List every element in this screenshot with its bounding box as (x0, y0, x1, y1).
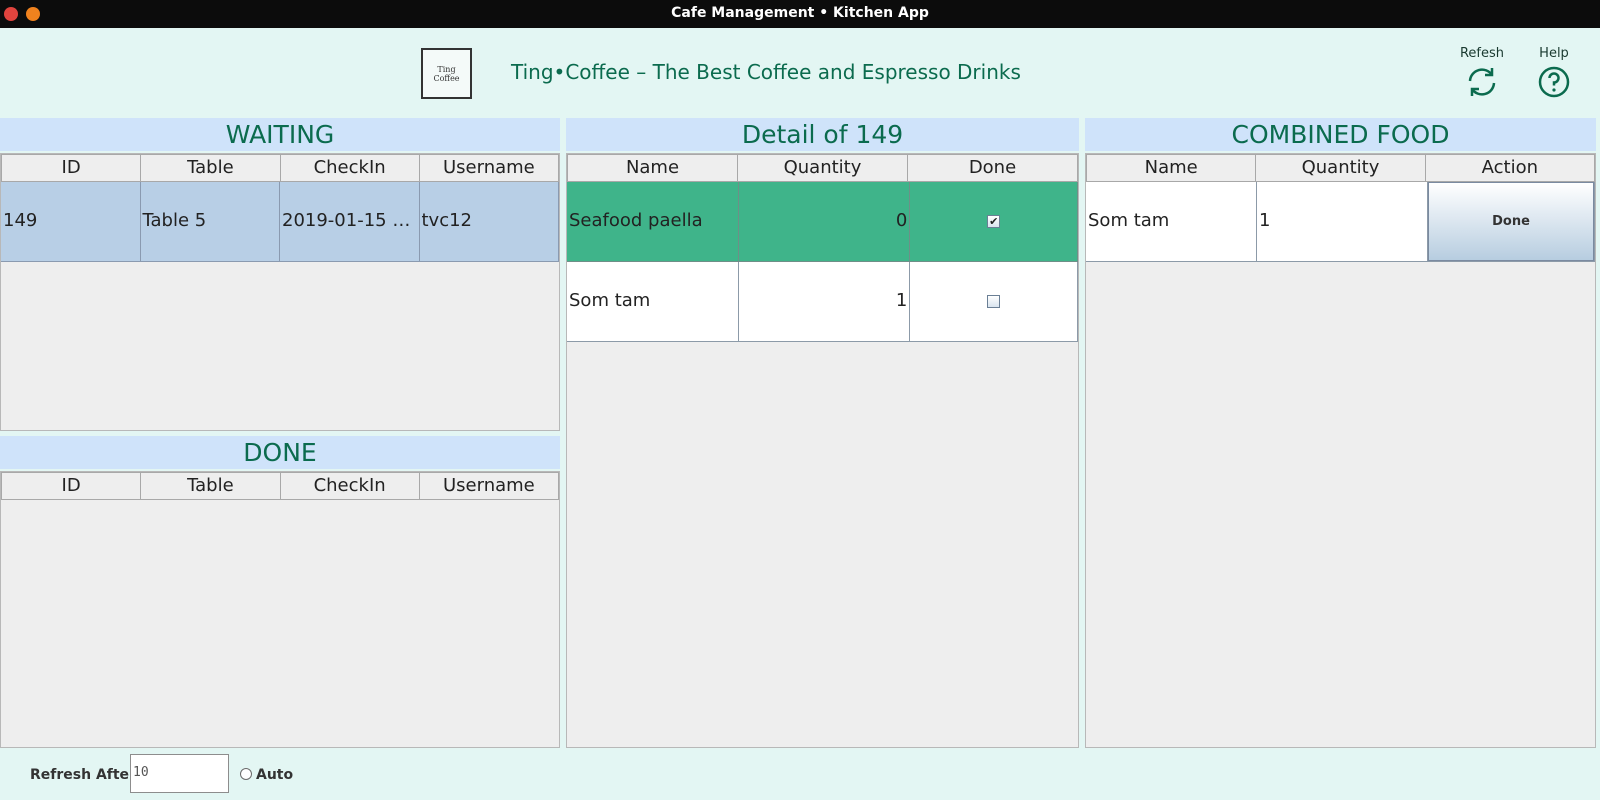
column-header[interactable]: Done (907, 154, 1078, 182)
logo-line2: Coffee (433, 73, 460, 83)
cell-quantity: 0 (738, 182, 911, 262)
checkbox-empty-icon[interactable] (987, 295, 1001, 308)
waiting-title: WAITING (0, 118, 560, 151)
refresh-icon (1468, 68, 1496, 96)
column-header[interactable]: Username (418, 154, 559, 182)
auto-label[interactable]: Auto (256, 767, 293, 783)
table-row[interactable]: Som tam 1 (567, 262, 1079, 342)
refresh-button[interactable]: Refesh (1456, 46, 1508, 99)
combined-panel: COMBINED FOOD Name Quantity Action Som t… (1085, 118, 1596, 748)
column-header[interactable]: ID (1, 154, 142, 182)
cell-name: Seafood paella (567, 182, 739, 262)
window-title: Cafe Management • Kitchen App (671, 5, 929, 21)
refresh-after-label: Refresh After (30, 767, 136, 783)
done-table-header: ID Table CheckIn Username (1, 472, 559, 500)
window-titlebar: Cafe Management • Kitchen App (0, 0, 1600, 28)
cell-action: Done (1428, 182, 1595, 262)
cell-name: Som tam (567, 262, 739, 342)
cell-checkin: 2019-01-15 0... (280, 182, 420, 262)
cell-quantity: 1 (1257, 182, 1428, 262)
help-label: Help (1539, 46, 1569, 61)
column-header[interactable]: Table (140, 472, 281, 500)
detail-table: Name Quantity Done Seafood paella 0 ✔ So… (566, 153, 1079, 748)
logo: Ting Coffee (421, 48, 472, 99)
waiting-table: ID Table CheckIn Username 149 Table 5 20… (0, 153, 560, 431)
column-header[interactable]: Name (567, 154, 738, 182)
footer-bar: Refresh After 10 Auto (0, 752, 1600, 796)
refresh-label: Refesh (1459, 46, 1505, 61)
cell-username: tvc12 (419, 182, 559, 262)
combined-table: Name Quantity Action Som tam 1 Done (1085, 153, 1596, 748)
cell-done: ✔ (910, 182, 1079, 262)
waiting-table-header: ID Table CheckIn Username (1, 154, 559, 182)
done-title: DONE (0, 436, 560, 469)
refresh-after-input[interactable]: 10 (130, 754, 229, 793)
cell-table: Table 5 (140, 182, 280, 262)
done-panel: DONE ID Table CheckIn Username (0, 436, 560, 748)
cell-name: Som tam (1086, 182, 1257, 262)
cell-id: 149 (1, 182, 141, 262)
column-header[interactable]: CheckIn (279, 472, 420, 500)
detail-table-header: Name Quantity Done (567, 154, 1078, 182)
column-header[interactable]: Username (418, 472, 559, 500)
column-header[interactable]: Action (1424, 154, 1595, 182)
cell-quantity: 1 (738, 262, 911, 342)
cell-done (910, 262, 1079, 342)
help-icon (1538, 66, 1570, 98)
help-button[interactable]: Help (1530, 46, 1578, 99)
detail-panel: Detail of 149 Name Quantity Done Seafood… (566, 118, 1079, 748)
combined-title: COMBINED FOOD (1085, 118, 1596, 151)
done-table: ID Table CheckIn Username (0, 471, 560, 748)
table-row[interactable]: Som tam 1 Done (1086, 182, 1595, 262)
waiting-panel: WAITING ID Table CheckIn Username 149 Ta… (0, 118, 560, 431)
logo-line1: Ting (437, 64, 456, 74)
column-header[interactable]: ID (1, 472, 142, 500)
table-row[interactable]: 149 Table 5 2019-01-15 0... tvc12 (1, 182, 559, 262)
combined-table-header: Name Quantity Action (1086, 154, 1595, 182)
column-header[interactable]: CheckIn (279, 154, 420, 182)
detail-title: Detail of 149 (566, 118, 1079, 151)
checkbox-checked-icon[interactable]: ✔ (987, 215, 1001, 228)
brand-text: Ting•Coffee – The Best Coffee and Espres… (511, 60, 1021, 84)
table-row[interactable]: Seafood paella 0 ✔ (567, 182, 1079, 262)
auto-radio-icon[interactable] (240, 768, 252, 780)
column-header[interactable]: Quantity (1255, 154, 1426, 182)
column-header[interactable]: Table (140, 154, 281, 182)
column-header[interactable]: Quantity (737, 154, 908, 182)
column-header[interactable]: Name (1086, 154, 1257, 182)
done-button[interactable]: Done (1428, 182, 1594, 261)
